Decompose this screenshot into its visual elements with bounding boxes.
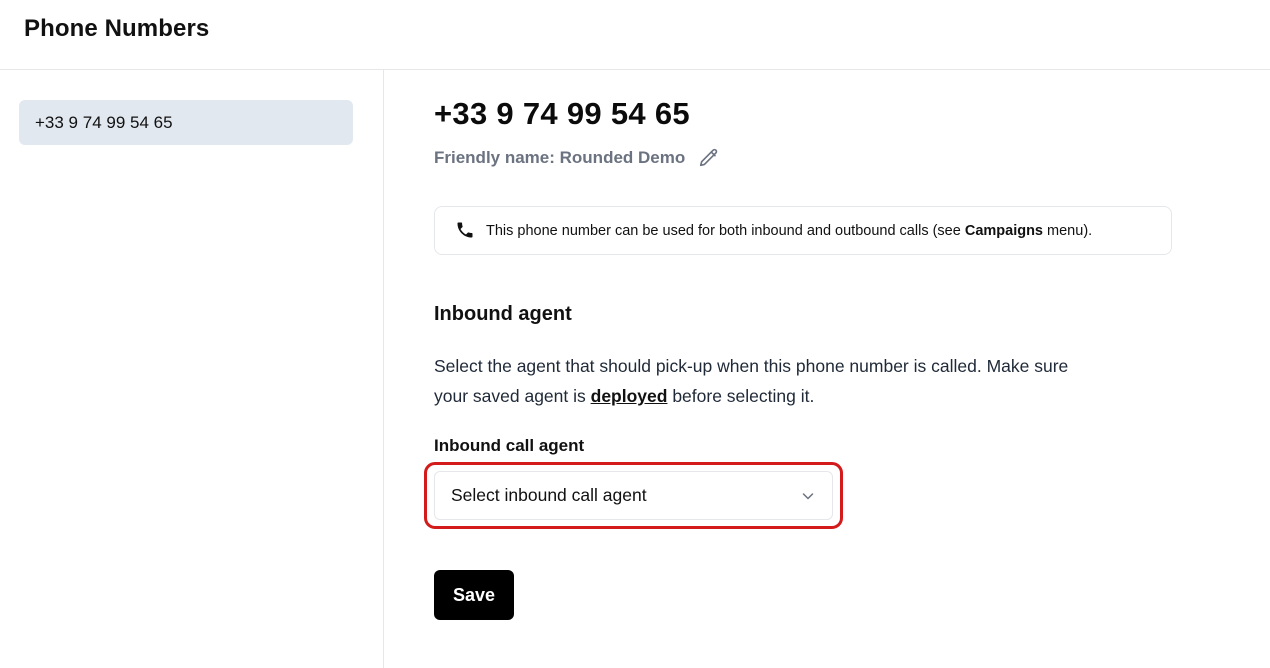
description-text-after: before selecting it. xyxy=(667,386,815,406)
inbound-agent-heading: Inbound agent xyxy=(434,303,572,325)
phone-number-title: +33 9 74 99 54 65 xyxy=(434,96,690,131)
sidebar-item-phone-number[interactable]: +33 9 74 99 54 65 xyxy=(19,100,353,145)
main-panel: +33 9 74 99 54 65 Friendly name: Rounded… xyxy=(384,70,1270,668)
info-text: This phone number can be used for both i… xyxy=(486,223,1092,239)
inbound-call-agent-label: Inbound call agent xyxy=(434,436,585,455)
deployed-link[interactable]: deployed xyxy=(591,386,668,406)
page-header: Phone Numbers xyxy=(0,0,1270,70)
chevron-down-icon xyxy=(800,488,816,504)
pencil-icon[interactable] xyxy=(697,146,721,170)
friendly-name-row: Friendly name: Rounded Demo xyxy=(434,146,721,170)
info-text-before: This phone number can be used for both i… xyxy=(486,222,965,239)
save-button[interactable]: Save xyxy=(434,570,514,620)
inbound-agent-description: Select the agent that should pick-up whe… xyxy=(434,351,1094,411)
sidebar: +33 9 74 99 54 65 xyxy=(0,70,384,668)
select-placeholder: Select inbound call agent xyxy=(451,485,647,505)
info-campaigns-emphasis: Campaigns xyxy=(964,222,1044,239)
info-banner: This phone number can be used for both i… xyxy=(434,206,1172,255)
inbound-agent-select[interactable]: Select inbound call agent xyxy=(434,471,833,520)
friendly-name-value: Rounded Demo xyxy=(559,148,686,167)
page-title: Phone Numbers xyxy=(24,15,210,42)
info-text-after: menu). xyxy=(1043,222,1093,239)
phone-icon xyxy=(455,220,477,242)
friendly-name-prefix: Friendly name: xyxy=(434,148,560,167)
